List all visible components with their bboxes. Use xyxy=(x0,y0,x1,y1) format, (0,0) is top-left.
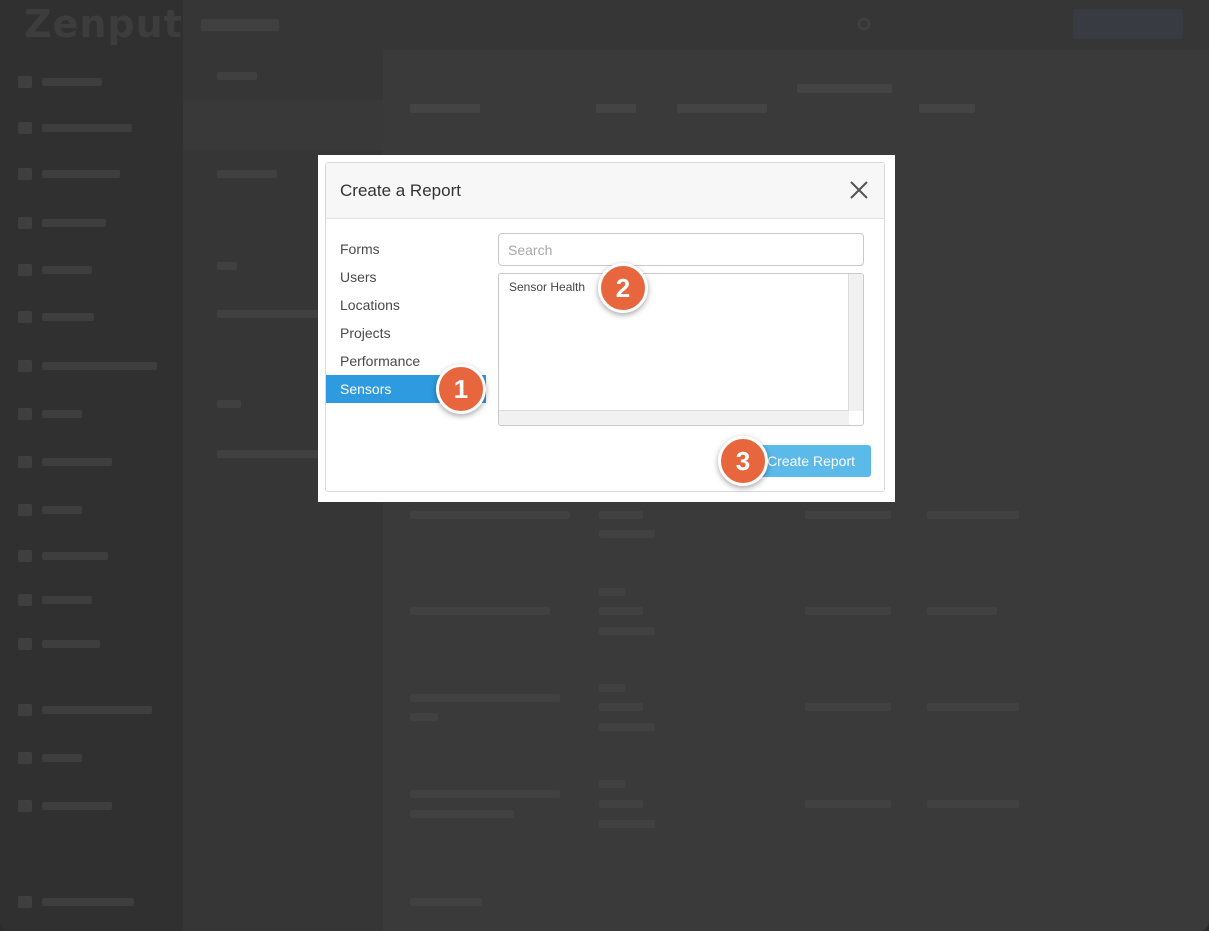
nav-item xyxy=(18,634,100,654)
table-cell xyxy=(599,703,643,711)
column-header xyxy=(410,104,480,113)
table-cell xyxy=(599,800,643,808)
nav-item xyxy=(18,796,112,816)
modal-header: Create a Report xyxy=(326,163,884,219)
nav-item xyxy=(18,213,106,233)
vertical-scrollbar[interactable] xyxy=(848,274,863,411)
nav-item xyxy=(18,404,82,424)
nav-item xyxy=(18,307,94,327)
nav-item xyxy=(18,164,120,184)
table-cell xyxy=(927,607,997,615)
report-results-list[interactable]: Sensor Health xyxy=(498,273,864,426)
column-header xyxy=(919,104,975,113)
category-users[interactable]: Users xyxy=(326,263,486,291)
nav-item xyxy=(18,700,152,720)
category-projects[interactable]: Projects xyxy=(326,319,486,347)
nav-item xyxy=(18,356,157,376)
column-header xyxy=(596,104,636,113)
table-cell xyxy=(410,511,570,519)
category-forms[interactable]: Forms xyxy=(326,235,486,263)
table-cell xyxy=(805,607,891,615)
modal-title: Create a Report xyxy=(340,181,461,200)
step-badge-2: 2 xyxy=(598,263,648,313)
app-logo: Zenput xyxy=(24,2,183,46)
table-cell xyxy=(805,703,891,711)
table-cell xyxy=(410,810,514,818)
nav-item xyxy=(18,546,108,566)
table-cell xyxy=(599,607,643,615)
step-badge-3: 3 xyxy=(718,436,768,486)
table-cell xyxy=(927,800,1019,808)
close-icon xyxy=(850,181,868,199)
new-button xyxy=(1073,9,1183,39)
table-cell xyxy=(410,713,438,721)
column-header xyxy=(677,104,767,113)
create-report-modal: Create a Report Forms Users Locations Pr… xyxy=(325,162,885,492)
table-cell xyxy=(599,780,625,788)
nav-item xyxy=(18,892,134,912)
result-sensor-health[interactable]: Sensor Health xyxy=(509,280,585,294)
table-cell xyxy=(410,898,482,906)
horizontal-scrollbar[interactable] xyxy=(499,410,849,425)
step-badge-1: 1 xyxy=(436,364,486,414)
close-button[interactable] xyxy=(848,179,870,201)
category-locations[interactable]: Locations xyxy=(326,291,486,319)
table-cell xyxy=(599,588,625,596)
table-cell xyxy=(599,684,625,692)
subpanel-item xyxy=(217,170,277,178)
search-input[interactable] xyxy=(498,233,864,266)
table-cell xyxy=(805,511,891,519)
table-cell xyxy=(410,694,560,702)
table-cell xyxy=(927,703,1019,711)
subpanel-item xyxy=(217,262,237,270)
subpanel-item xyxy=(217,400,241,408)
top-bar xyxy=(183,0,1209,50)
column-header xyxy=(797,84,892,93)
table-cell xyxy=(599,530,655,538)
table-cell xyxy=(599,627,655,635)
search-icon xyxy=(858,18,870,30)
table-cell xyxy=(410,607,550,615)
nav-item xyxy=(18,260,92,280)
nav-item xyxy=(18,452,112,472)
table-cell xyxy=(599,511,643,519)
table-cell xyxy=(410,790,560,798)
nav-item xyxy=(18,748,82,768)
nav-item xyxy=(18,72,102,92)
page-title xyxy=(201,19,279,31)
subpanel-item xyxy=(217,72,257,80)
create-report-button[interactable]: Create Report xyxy=(750,445,871,477)
subpanel-item xyxy=(217,450,327,458)
nav-item xyxy=(18,500,82,520)
table-cell xyxy=(599,820,655,828)
table-cell xyxy=(927,511,1019,519)
sidebar: Zenput xyxy=(0,0,183,931)
subpanel-item xyxy=(217,310,327,318)
table-cell xyxy=(599,723,655,731)
nav-item xyxy=(18,118,132,138)
table-cell xyxy=(805,800,891,808)
nav-item xyxy=(18,590,92,610)
